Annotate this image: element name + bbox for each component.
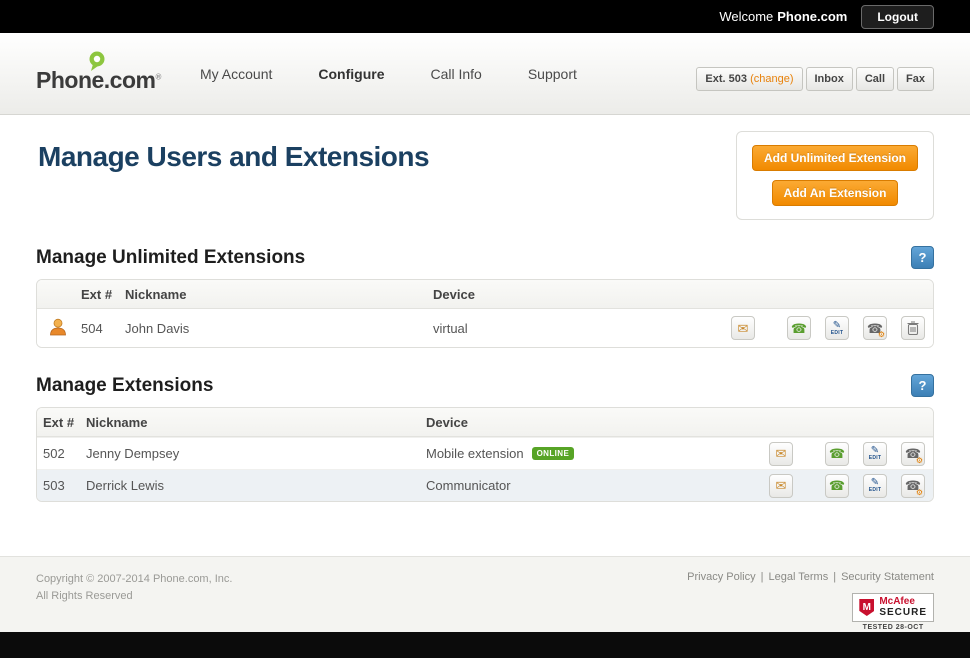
col-device: Device [424, 415, 929, 430]
welcome-prefix: Welcome [719, 9, 773, 24]
extension-label: Ext. 503 [705, 73, 747, 85]
extensions-help-button[interactable]: ? [911, 374, 934, 397]
add-unlimited-extension-button[interactable]: Add Unlimited Extension [752, 145, 918, 171]
change-extension-link[interactable]: (change) [750, 73, 793, 85]
unlimited-section-title: Manage Unlimited Extensions [36, 247, 305, 269]
unlimited-help-button[interactable]: ? [911, 246, 934, 269]
call-icon[interactable]: ☎ [787, 316, 811, 340]
privacy-policy-link[interactable]: Privacy Policy [687, 571, 755, 583]
top-bar: Welcome Phone.com Logout [0, 0, 970, 33]
main-content: Manage Users and Extensions Add Unlimite… [0, 115, 970, 556]
extension-selector[interactable]: Ext. 503 (change) [696, 67, 802, 91]
table-header-row: Ext # Nickname Device [37, 280, 933, 309]
copyright-line1: Copyright © 2007-2014 Phone.com, Inc. [36, 571, 232, 588]
voicemail-icon[interactable]: ✉ [731, 316, 755, 340]
col-nickname: Nickname [123, 287, 431, 302]
table-row: 504 John Davis virtual ✉ ☎ ✎EDIT ☎⚙ [37, 309, 933, 347]
security-statement-link[interactable]: Security Statement [841, 571, 934, 583]
welcome-text: Welcome Phone.com [719, 9, 847, 24]
mcafee-secure-badge[interactable]: M McAfee SECURE TESTED 28-OCT [852, 593, 934, 631]
call-button[interactable]: Call [856, 67, 894, 91]
row-device: virtual [431, 321, 731, 336]
main-nav: My Account Configure Call Info Support [200, 66, 577, 82]
logo-suffix: .com [104, 67, 156, 93]
logo-pin-icon [88, 50, 106, 77]
phonecom-logo[interactable]: Phone.com® [36, 67, 164, 94]
extensions-table: Ext # Nickname Device 502 Jenny Dempsey … [36, 407, 934, 502]
welcome-brand: Phone.com [777, 9, 847, 24]
unlimited-extensions-table: Ext # Nickname Device 504 John Davis vir… [36, 279, 934, 348]
mcafee-tested-date: TESTED 28-OCT [852, 624, 934, 631]
nav-support[interactable]: Support [528, 66, 577, 82]
call-icon[interactable]: ☎ [825, 474, 849, 498]
fax-button[interactable]: Fax [897, 67, 934, 91]
row-nickname: Derrick Lewis [84, 478, 424, 493]
voicemail-icon[interactable]: ✉ [769, 442, 793, 466]
nav-my-account[interactable]: My Account [200, 66, 272, 82]
inbox-button[interactable]: Inbox [806, 67, 853, 91]
row-device: Mobile extensionONLINE [424, 446, 769, 461]
col-device: Device [431, 287, 929, 302]
row-device: Communicator [424, 478, 769, 493]
legal-terms-link[interactable]: Legal Terms [768, 571, 828, 583]
phone-settings-icon[interactable]: ☎⚙ [863, 316, 887, 340]
page-title: Manage Users and Extensions [38, 141, 429, 173]
row-nickname: Jenny Dempsey [84, 446, 424, 461]
add-an-extension-button[interactable]: Add An Extension [772, 180, 899, 206]
phone-settings-icon[interactable]: ☎⚙ [901, 442, 925, 466]
header: Phone.com® My Account Configure Call Inf… [0, 33, 970, 115]
col-ext: Ext # [79, 287, 123, 302]
call-icon[interactable]: ☎ [825, 442, 849, 466]
nav-call-info[interactable]: Call Info [430, 66, 481, 82]
voicemail-icon[interactable]: ✉ [769, 474, 793, 498]
bottom-bar [0, 632, 970, 658]
edit-icon[interactable]: ✎EDIT [825, 316, 849, 340]
logout-button[interactable]: Logout [861, 5, 934, 29]
row-ext: 502 [37, 446, 84, 461]
edit-icon[interactable]: ✎EDIT [863, 474, 887, 498]
extensions-section-title: Manage Extensions [36, 375, 213, 397]
nav-configure[interactable]: Configure [318, 66, 384, 82]
delete-icon[interactable] [901, 316, 925, 340]
add-extension-panel: Add Unlimited Extension Add An Extension [736, 131, 934, 220]
footer: Copyright © 2007-2014 Phone.com, Inc. Al… [0, 556, 970, 632]
edit-icon[interactable]: ✎EDIT [863, 442, 887, 466]
copyright-line2: All Rights Reserved [36, 588, 232, 605]
footer-links: Privacy Policy|Legal Terms|Security Stat… [687, 571, 934, 583]
header-controls: Ext. 503 (change) Inbox Call Fax [696, 67, 934, 91]
table-header-row: Ext # Nickname Device [37, 408, 933, 437]
row-ext: 504 [79, 321, 123, 336]
logo-registered-mark: ® [155, 72, 160, 81]
phone-settings-icon[interactable]: ☎⚙ [901, 474, 925, 498]
row-nickname: John Davis [123, 321, 431, 336]
table-row: 503 Derrick Lewis Communicator ✉ ☎ ✎EDIT… [37, 469, 933, 501]
copyright: Copyright © 2007-2014 Phone.com, Inc. Al… [36, 571, 232, 632]
col-ext: Ext # [37, 415, 84, 430]
table-row: 502 Jenny Dempsey Mobile extensionONLINE… [37, 437, 933, 469]
online-status-badge: ONLINE [532, 447, 575, 460]
user-avatar-icon [48, 317, 68, 340]
row-ext: 503 [37, 478, 84, 493]
mcafee-shield-icon: M [859, 599, 874, 616]
col-nickname: Nickname [84, 415, 424, 430]
